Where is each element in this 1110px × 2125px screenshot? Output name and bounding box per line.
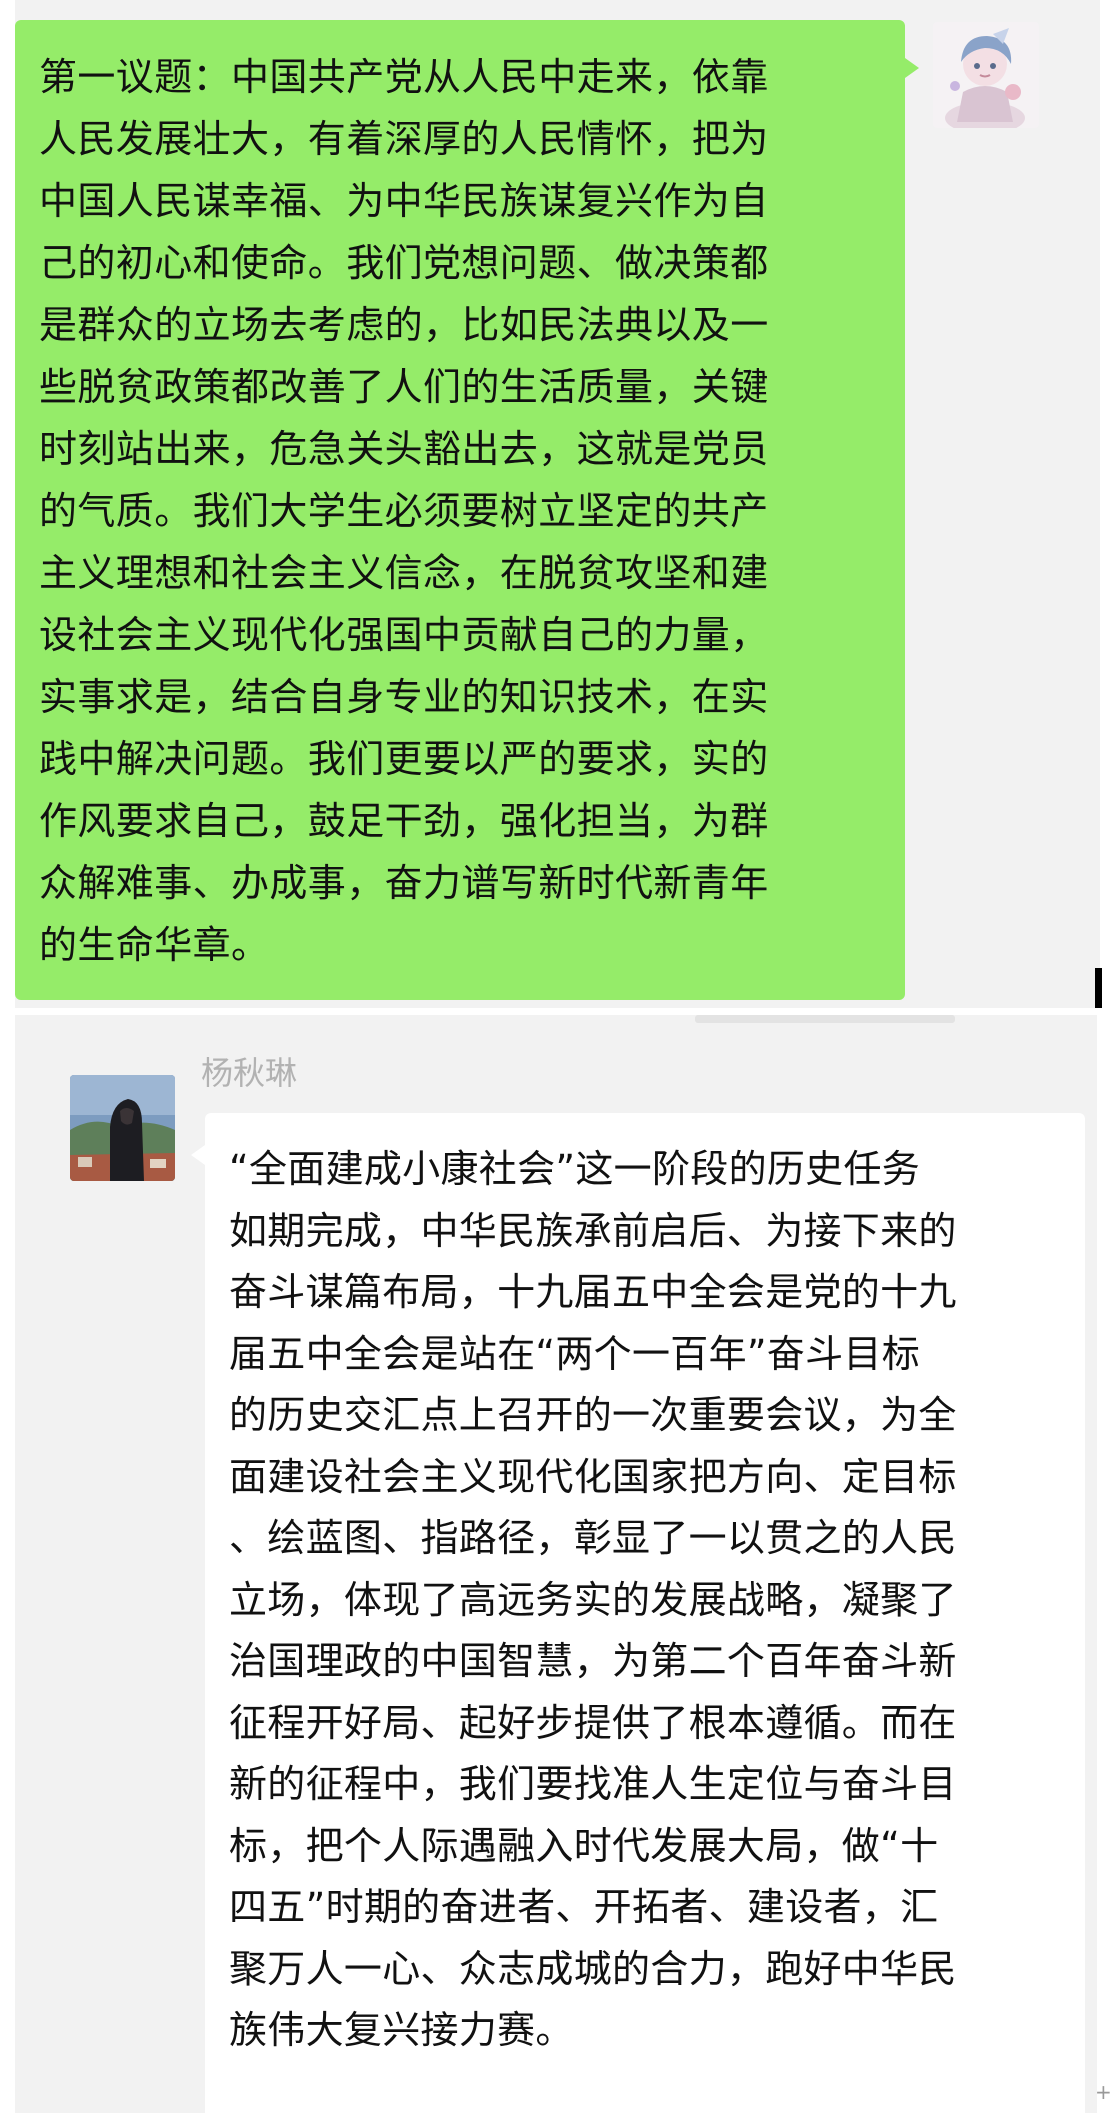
window-edge-mark [1095,968,1102,1008]
outgoing-message-bubble[interactable]: 第一议题：中国共产党从人民中走来，依靠 人民发展壮大，有着深厚的人民情怀，把为 … [15,20,919,1000]
resize-corner-icon: + [1095,2080,1110,2104]
divider-bar [695,1015,955,1023]
outgoing-message-text: 第一议题：中国共产党从人民中走来，依靠 人民发展壮大，有着深厚的人民情怀，把为 … [39,55,769,967]
incoming-message-bubble[interactable]: “全面建成小康社会”这一阶段的历史任务 如期完成，中华民族承前启后、为接下来的 … [191,1113,1085,2113]
sender-name: 杨秋琳 [201,1054,298,1092]
chat-panel-top: 第一议题：中国共产党从人民中走来，依靠 人民发展壮大，有着深厚的人民情怀，把为 … [15,0,1100,1008]
incoming-message-text: “全面建成小康社会”这一阶段的历史任务 如期完成，中华民族承前启后、为接下来的 … [229,1147,957,2052]
chat-panel-bottom: 杨秋琳 “全面建成小康社会”这一阶段的历史任务 如期完成，中华民族承前启后、为接… [15,1015,1097,2113]
person-photo-avatar-icon[interactable] [70,1075,175,1181]
anime-character-avatar-icon[interactable] [933,22,1039,128]
